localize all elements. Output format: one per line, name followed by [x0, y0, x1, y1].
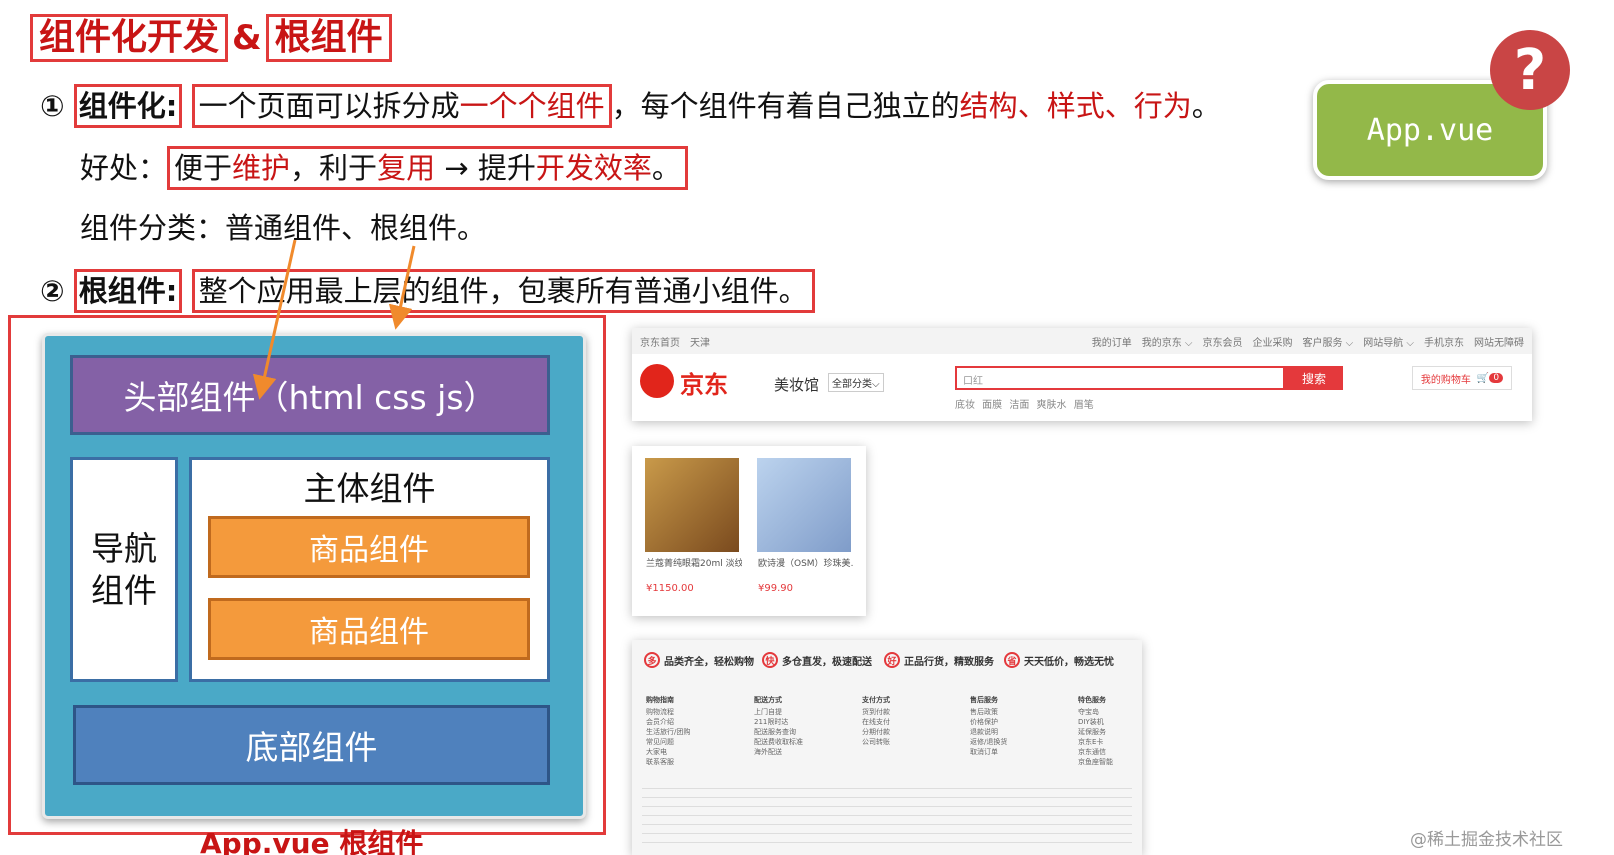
goods-image — [757, 458, 851, 552]
jd-nav-member[interactable]: 京东会员 — [1202, 334, 1242, 349]
jd-footer-col: 特色服务 夺宝岛 DIY装机 延保服务 京东E卡 京东通信 京鱼座智能 — [1078, 696, 1113, 766]
title-part1: 组件化开发 — [30, 14, 229, 62]
line-categories: 组件分类：普通组件、根组件。 — [80, 211, 487, 245]
jd-promise: 省天天低价，畅选无忧 — [1004, 652, 1114, 668]
cart-icon: 🛒 — [1476, 372, 1490, 384]
jd-header-screenshot: 京东首页 天津 我的订单 我的京东 ⌵ 京东会员 企业采购 客户服务 ⌵ 网站导… — [632, 328, 1532, 421]
goods-image — [645, 458, 739, 552]
goods-price: ¥1150.00 — [646, 583, 694, 594]
watermark: @稀土掘金技术社区 — [1410, 830, 1563, 850]
header-component: 头部组件（html css js） — [70, 355, 550, 435]
line-benefits: 好处： 便于维护，利于复用 → 提升开发效率。 — [80, 146, 688, 190]
label-root-component: 根组件: — [73, 269, 183, 313]
jd-footer-fineprint — [642, 780, 1132, 850]
title-part2: 根组件 — [265, 14, 392, 62]
definition-cont: ，每个组件有着自己独立的 — [611, 89, 960, 123]
line-componentization: ① 组件化: 一个页面可以拆分成一个个组件 ，每个组件有着自己独立的结构、样式、行… — [40, 84, 1221, 128]
sep: 、 — [1104, 89, 1134, 123]
promise-icon: 省 — [1004, 652, 1020, 668]
nav-label-1: 导航 — [91, 528, 157, 568]
jd-channel: 美妆馆 — [774, 376, 820, 394]
jd-nav-enterprise[interactable]: 企业采购 — [1252, 334, 1292, 349]
jd-nav-mobile[interactable]: 手机京东 — [1424, 334, 1464, 349]
root-definition-box: 整个应用最上层的组件，包裹所有普通小组件。 — [191, 269, 815, 313]
period: 。 — [1191, 89, 1221, 123]
definition-box: 一个页面可以拆分成一个个组件 — [191, 84, 612, 128]
benefits-label: 好处： — [80, 151, 168, 185]
cart-count: 0 — [1489, 373, 1504, 383]
promise-icon: 快 — [762, 652, 778, 668]
jd-nav-myjd[interactable]: 我的京东 ⌵ — [1142, 334, 1193, 349]
jd-goods-screenshot: 兰蔻菁纯眼霜20ml 淡纹... ¥1150.00 欧诗漫（OSM）珍珠美...… — [632, 446, 866, 616]
nav-component: 导航 组件 — [70, 457, 178, 682]
jd-footer-screenshot: 多品类齐全，轻松购物 快多仓直发，极速配送 好正品行货，精致服务 省天天低价，畅… — [632, 640, 1142, 855]
title-amp: & — [232, 18, 262, 58]
jd-location[interactable]: 天津 — [690, 334, 710, 349]
jd-footer-col: 支付方式 货到付款 在线支付 分期付款 公司转账 — [862, 696, 890, 746]
jd-goods-item[interactable]: 欧诗漫（OSM）珍珠美... ¥99.90 — [754, 454, 854, 606]
jd-nav-sitemap[interactable]: 网站导航 ⌵ — [1363, 334, 1414, 349]
jd-promise: 快多仓直发，极速配送 — [762, 652, 872, 668]
promise-icon: 好 — [884, 652, 900, 668]
jd-topbar: 京东首页 天津 我的订单 我的京东 ⌵ 京东会员 企业采购 客户服务 ⌵ 网站导… — [632, 328, 1532, 354]
jd-cart-button[interactable]: 我的购物车 🛒 0 — [1412, 366, 1512, 390]
promise-icon: 多 — [644, 652, 660, 668]
kw-behavior: 行为 — [1133, 89, 1192, 123]
label-componentization: 组件化: — [73, 84, 183, 128]
kw-style: 样式 — [1046, 89, 1105, 123]
footer-component: 底部组件 — [73, 705, 550, 785]
bullet-2: ② — [40, 274, 65, 308]
goods-component-1: 商品组件 — [208, 516, 530, 578]
goods-price: ¥99.90 — [758, 583, 793, 594]
diagram-caption: App.vue 根组件 — [200, 827, 424, 855]
question-mark-icon: ? — [1490, 30, 1570, 110]
jd-nav-orders[interactable]: 我的订单 — [1092, 334, 1132, 349]
kw-structure: 结构 — [959, 89, 1018, 123]
jd-mascot-icon — [640, 364, 674, 398]
jd-footer-col: 配送方式 上门自提 211限时达 配送服务查询 配送费收取标准 海外配送 — [754, 696, 803, 756]
jd-promise: 多品类齐全，轻松购物 — [644, 652, 754, 668]
jd-nav-accessibility[interactable]: 网站无障碍 — [1474, 334, 1524, 349]
jd-search-input[interactable]: 口红 — [955, 366, 1285, 390]
benefits-box: 便于维护，利于复用 → 提升开发效率。 — [167, 146, 688, 190]
sep: 、 — [1017, 89, 1047, 123]
jd-all-categories[interactable]: 全部分类⌵ — [828, 373, 884, 392]
slide-title: 组件化开发 & 根组件 — [30, 14, 392, 62]
bullet-1: ① — [40, 89, 65, 123]
nav-label-2: 组件 — [91, 570, 157, 610]
jd-logo[interactable]: 京东 — [680, 365, 728, 400]
goods-component-2: 商品组件 — [208, 598, 530, 660]
goods-name: 欧诗漫（OSM）珍珠美... — [758, 559, 854, 569]
jd-search-button[interactable]: 搜索 — [1285, 366, 1343, 390]
main-component-label: 主体组件 — [303, 469, 436, 508]
jd-cart-label: 我的购物车 — [1420, 374, 1471, 386]
jd-promise: 好正品行货，精致服务 — [884, 652, 994, 668]
jd-footer-col: 售后服务 售后政策 价格保护 退款说明 返修/退换货 取消订单 — [970, 696, 1008, 756]
jd-footer-col: 购物指南 购物流程 会员介绍 生活旅行/团购 常见问题 大家电 联系客服 — [646, 696, 691, 766]
line-root-component: ② 根组件: 整个应用最上层的组件，包裹所有普通小组件。 — [40, 269, 815, 313]
jd-home-link[interactable]: 京东首页 — [640, 334, 680, 349]
jd-nav-service[interactable]: 客户服务 ⌵ — [1302, 334, 1353, 349]
goods-name: 兰蔻菁纯眼霜20ml 淡纹... — [646, 559, 742, 569]
jd-goods-item[interactable]: 兰蔻菁纯眼霜20ml 淡纹... ¥1150.00 — [642, 454, 742, 606]
jd-hotwords[interactable]: 底妆 面膜 洁面 爽肤水 眉笔 — [955, 396, 1094, 411]
